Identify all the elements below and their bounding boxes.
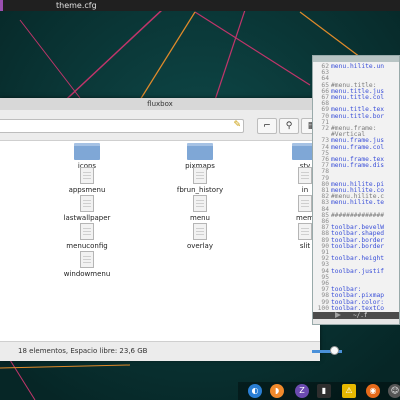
text-file-icon <box>80 223 94 240</box>
top-panel: theme.cfg <box>0 0 400 11</box>
clear-icon[interactable]: ✎ <box>233 120 241 130</box>
text-file-icon <box>298 223 312 240</box>
location-toggle-button[interactable]: ⌐ <box>257 118 277 134</box>
folder-icon <box>74 143 100 160</box>
purple-app-icon[interactable]: Z <box>295 384 309 398</box>
minibuffer[interactable] <box>313 319 399 324</box>
orange-app-icon[interactable]: ◗ <box>270 384 284 398</box>
dock: ◐ ◗ Z ▮ ⚠ ◉ ☺ <box>238 382 400 400</box>
item-label: lastwallpaper <box>63 214 111 222</box>
item-label: fbrun_history <box>176 186 224 194</box>
file-item[interactable]: overlay <box>165 223 235 250</box>
window-titlebar[interactable]: fluxbox <box>0 98 320 110</box>
file-manager-window: fluxbox ✎ ⌐ ⚲ ▦ icons pixmaps <box>0 98 342 361</box>
active-window-title: theme.cfg <box>56 1 97 10</box>
user-icon[interactable]: ☺ <box>388 384 400 398</box>
text-file-icon <box>298 167 312 184</box>
blue-swirl-icon[interactable]: ◐ <box>248 384 262 398</box>
modeline-path: ~/.f <box>353 312 368 319</box>
item-label: menu <box>190 214 210 222</box>
text-file-icon <box>298 195 312 212</box>
folder-item[interactable]: icons <box>52 143 122 170</box>
toolbar: ✎ ⌐ ⚲ ▦ <box>0 110 323 141</box>
status-text: 18 elementos, Espacio libre: 23,6 GB <box>18 347 148 355</box>
item-label: appsmenu <box>68 186 106 194</box>
editor-header <box>313 56 399 62</box>
file-item[interactable]: windowmenu <box>52 251 122 278</box>
text-file-icon <box>193 223 207 240</box>
terminal-icon[interactable]: ▮ <box>317 384 331 398</box>
file-item[interactable]: appsmenu <box>52 167 122 194</box>
text-editor-window: 62 menu.hilite.un 63 64 65 #menu.title: 66 menu… <box>312 55 400 325</box>
file-item[interactable]: fbrun_history <box>165 167 235 194</box>
item-label: in <box>301 186 309 194</box>
modeline-arrow-icon <box>335 312 341 318</box>
item-label: overlay <box>187 242 213 250</box>
warning-icon[interactable]: ⚠ <box>342 384 356 398</box>
text-file-icon <box>193 167 207 184</box>
item-label: slit <box>299 242 311 250</box>
folder-item[interactable]: pixmaps <box>165 143 235 170</box>
line-number: 100 <box>317 304 329 312</box>
text-file-icon <box>80 195 94 212</box>
file-item[interactable]: lastwallpaper <box>52 195 122 222</box>
search-icon: ⚲ <box>285 121 293 131</box>
file-view: icons pixmaps sty appsmenu fbrun_history <box>0 141 320 341</box>
file-item[interactable]: menuconfig <box>52 223 122 250</box>
desktop: theme.cfg fluxbox ✎ ⌐ ⚲ ▦ icons <box>0 0 400 400</box>
code-line[interactable]: 100 toolbar.textCo <box>313 304 399 312</box>
search-button[interactable]: ⚲ <box>279 118 299 134</box>
location-input[interactable]: ✎ <box>0 119 244 133</box>
text-file-icon <box>80 251 94 268</box>
firefox-icon[interactable]: ◉ <box>366 384 380 398</box>
text-file-icon <box>193 195 207 212</box>
item-label: menuconfig <box>66 242 108 250</box>
mode-line: ~/.f <box>313 312 399 319</box>
code-text: toolbar.textCo <box>331 304 385 312</box>
folder-icon <box>187 143 213 160</box>
panel-accent <box>0 0 3 11</box>
text-file-icon <box>80 167 94 184</box>
file-item[interactable]: menu <box>165 195 235 222</box>
edit-path-icon: ⌐ <box>263 121 271 131</box>
item-label: windowmenu <box>63 270 111 278</box>
zoom-slider-handle[interactable] <box>330 346 339 355</box>
status-bar: 18 elementos, Espacio libre: 23,6 GB <box>0 341 342 361</box>
